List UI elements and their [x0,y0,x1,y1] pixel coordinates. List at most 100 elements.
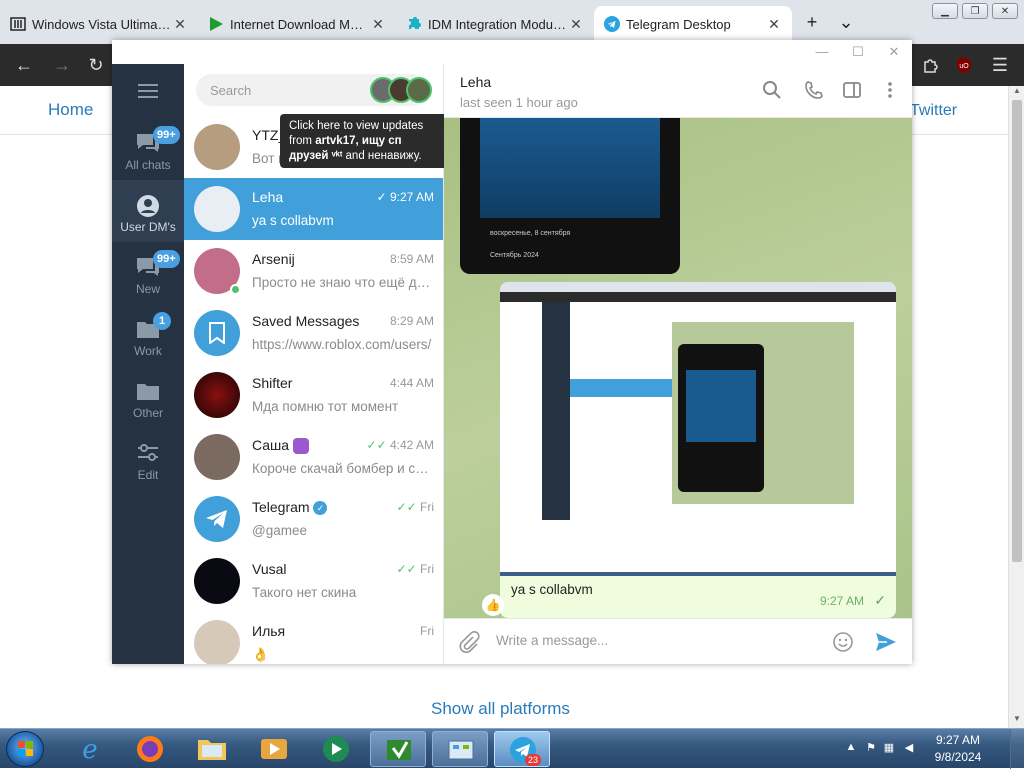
chat-row-leha[interactable]: Leha ✓ 9:27 AM ya s collabvm [184,178,443,240]
tg-minimize-button[interactable]: — [814,44,830,60]
chat-name: Shifter [252,375,293,391]
folder-all-chats[interactable]: 99+ All chats [112,118,184,180]
chat-name: Saved Messages [252,313,360,329]
reaction-thumbs-up[interactable]: 👍 [482,594,504,616]
chats-icon: 99+ [135,250,180,278]
chat-preview: Мда помню тот момент [252,399,399,414]
restore-button[interactable]: ❐ [962,3,988,19]
idm-taskbar-button[interactable] [370,731,426,767]
page-scrollbar[interactable]: ▲ ▼ [1008,86,1024,728]
chat-pane: Leha last seen 1 hour ago воскресенье, 8… [444,64,912,664]
folder-icon [135,380,161,402]
tab-list-button[interactable]: ⌄ [832,8,860,36]
more-options-icon[interactable] [880,80,902,102]
folder-edit[interactable]: Edit [112,428,184,490]
nested-screenshot [500,282,896,588]
reload-icon[interactable]: ↻ [84,53,108,77]
chat-title[interactable]: Leha [460,74,491,90]
tg-maximize-button[interactable]: ☐ [850,44,866,60]
search-input[interactable]: Search [196,74,432,106]
chat-row-sasha[interactable]: Саша ✓✓ 4:42 AM Короче скачай бомбер и с… [184,426,443,488]
folder-icon: 1 [135,312,171,340]
menu-icon[interactable]: ☰ [988,53,1012,77]
extensions-icon[interactable] [918,53,942,77]
read-check-icon: ✓✓ [366,438,387,452]
chat-name: Илья [252,623,286,639]
media-center-icon[interactable] [308,731,364,767]
folder-label: All chats [125,158,171,172]
chat-row-saved-messages[interactable]: Saved Messages 8:29 AM https://www.roblo… [184,302,443,364]
rail-menu[interactable] [112,64,184,118]
show-all-platforms-link[interactable]: Show all platforms [431,699,570,719]
media-player-icon[interactable] [246,731,302,767]
tab-label: IDM Integration Module – C [428,16,568,32]
clock-time[interactable]: 9:27 AM [928,733,988,747]
scroll-down-icon[interactable]: ▼ [1009,714,1024,728]
control-panel-taskbar-button[interactable] [432,731,488,767]
message-input[interactable]: Write a message... [496,633,608,648]
scroll-up-icon[interactable]: ▲ [1009,86,1024,100]
twitter-link[interactable]: Twitter [910,102,957,120]
phone-icon[interactable] [804,80,826,102]
show-desktop-button[interactable] [1010,729,1024,769]
user-icon [135,194,161,217]
ublock-icon[interactable]: uO [952,53,976,77]
tab-telegram-desktop[interactable]: Telegram Desktop ✕ [594,6,792,42]
tab-idm-integration[interactable]: IDM Integration Module – C ✕ [396,6,594,42]
avatar [194,620,240,664]
new-tab-button[interactable]: + [798,8,826,36]
folder-new[interactable]: 99+ New [112,242,184,304]
tg-close-button[interactable]: ✕ [886,44,902,60]
chat-time: ✓✓ 4:42 AM [366,438,434,452]
home-link[interactable]: Home [48,100,93,120]
forward-icon[interactable]: → [50,53,74,77]
chat-row-ilya[interactable]: Илья Fri 👌 [184,612,443,664]
svg-text:e: e [82,735,97,765]
folder-label: New [135,282,160,296]
send-icon[interactable] [874,630,898,659]
play-icon [208,16,224,32]
folder-work[interactable]: 1 Work [112,304,184,366]
story-avatar[interactable] [406,77,432,103]
chat-time: 8:59 AM [389,252,434,266]
close-window-button[interactable]: ✕ [992,3,1018,19]
flag-icon[interactable]: ⚑ [864,741,878,755]
folder-other[interactable]: Other [112,366,184,428]
folder-user-dms[interactable]: User DM's [112,180,184,242]
close-icon[interactable]: ✕ [766,16,782,33]
chat-row-vusal[interactable]: Vusal ✓✓ Fri Такого нет скина [184,550,443,612]
windows-taskbar: e 23 ▲ ⚑ ▦ ◀ 9:27 AM 9/8/2024 [0,728,1024,769]
back-icon[interactable]: ← [12,53,36,77]
attach-icon[interactable] [458,630,480,658]
chat-row-arsenij[interactable]: Arsenij 8:59 AM Просто не знаю что ещё д… [184,240,443,302]
sidebar-icon[interactable] [842,80,864,102]
clock-date[interactable]: 9/8/2024 [928,750,988,764]
chat-time: 4:44 AM [389,376,434,390]
volume-muted-icon[interactable]: ◀ [902,741,916,755]
unread-badge: 99+ [153,250,180,268]
network-icon[interactable]: ▦ [882,741,896,755]
firefox-icon[interactable] [122,731,178,767]
close-icon[interactable]: ✕ [172,16,188,33]
scroll-thumb[interactable] [1012,100,1022,562]
telegram-window: — ☐ ✕ 99+ All chats User DM's 99+ New 1 … [112,40,912,664]
file-explorer-icon[interactable] [184,731,240,767]
message-text: ya s collabvm [511,582,593,597]
search-icon[interactable] [762,80,784,102]
telegram-taskbar-button[interactable]: 23 [494,731,550,767]
start-button[interactable] [6,731,44,767]
screenshot-image-message[interactable] [500,282,896,588]
close-icon[interactable]: ✕ [370,16,386,33]
minimize-button[interactable]: ▁ [932,3,958,19]
emoji-icon[interactable] [832,631,854,658]
tab-windows-vista[interactable]: Windows Vista Ultimate x64 ✕ [0,6,198,42]
tab-idm[interactable]: Internet Download Manager ✕ [198,6,396,42]
chat-row-telegram[interactable]: Telegram ✓ ✓✓ Fri @gamee [184,488,443,550]
message-bubble[interactable]: ya s collabvm 9:27 AM ✓ [500,576,896,618]
internet-explorer-icon[interactable]: e [62,731,118,767]
image-message[interactable]: воскресенье, 8 сентября Сентябрь 2024 [460,118,680,274]
chat-row-shifter[interactable]: Shifter 4:44 AM Мда помню тот момент [184,364,443,426]
close-icon[interactable]: ✕ [568,16,584,33]
image-caption: воскресенье, 8 сентября [490,230,571,237]
chevron-up-icon[interactable]: ▲ [844,741,858,755]
